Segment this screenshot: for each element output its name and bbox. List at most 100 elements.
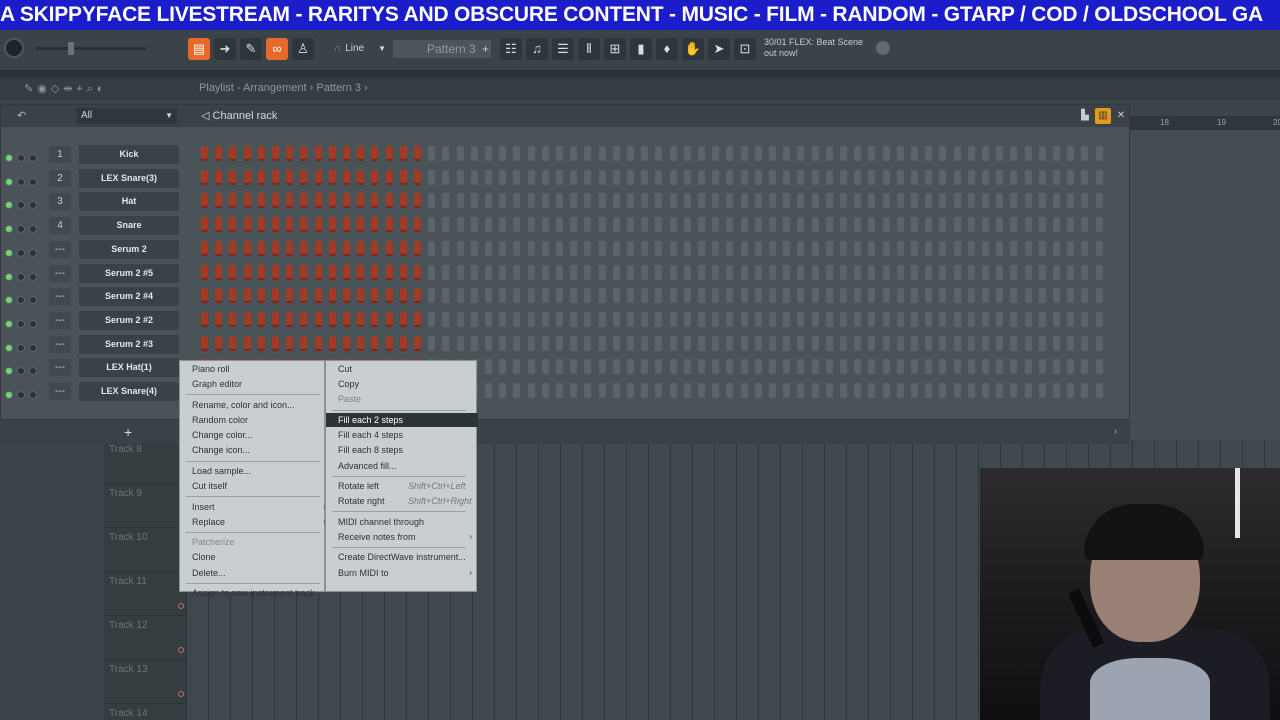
channel-row[interactable]: 1 Kick [1,143,1129,166]
step-button[interactable] [1024,146,1032,161]
step-button[interactable] [854,169,862,185]
step-button[interactable] [982,217,989,233]
channel-rack-button[interactable]: ☰ [552,38,574,60]
step-button[interactable] [669,217,677,233]
step-button[interactable] [499,217,507,233]
step-button[interactable] [896,146,904,161]
step-button[interactable] [371,193,379,209]
step-button[interactable] [1010,335,1018,351]
step-button[interactable] [627,217,634,233]
step-button[interactable] [499,193,507,209]
track-record-dot[interactable] [178,691,184,697]
mute-led-icon[interactable] [5,296,13,305]
step-button[interactable] [527,193,535,209]
step-button[interactable] [598,288,606,304]
context-menu-item[interactable]: Cut itself [192,479,332,493]
step-button[interactable] [598,311,606,327]
step-button[interactable] [414,193,421,209]
step-button[interactable] [1067,288,1075,304]
step-button[interactable] [612,335,620,351]
step-button[interactable] [996,335,1004,351]
step-button[interactable] [1095,217,1103,233]
step-button[interactable] [612,383,620,398]
channel-name-button[interactable]: LEX Snare(4) [79,382,179,401]
channel-row[interactable]: 2 LEX Snare(3) [1,167,1129,190]
step-button[interactable] [840,146,847,161]
step-button[interactable] [470,288,478,304]
step-button[interactable] [499,311,507,327]
step-button[interactable] [698,383,705,398]
step-button[interactable] [655,288,663,304]
step-button[interactable] [357,240,365,256]
channel-name-button[interactable]: LEX Snare(3) [79,168,179,188]
step-button[interactable] [1024,217,1032,233]
playlist-ruler[interactable]: 18 19 20 [1130,116,1280,130]
step-button[interactable] [911,193,918,209]
step-button[interactable] [485,335,492,351]
track-record-dot[interactable] [178,647,184,653]
step-button[interactable] [513,217,521,233]
step-button[interactable] [272,264,279,280]
step-button[interactable] [783,240,791,256]
channel-name-button[interactable]: Serum 2 [79,239,179,259]
step-button[interactable] [414,169,421,185]
step-button[interactable] [967,169,975,185]
channel-name-button[interactable]: Hat [79,192,179,212]
step-button[interactable] [740,193,748,209]
step-button[interactable] [1024,311,1032,327]
step-button[interactable] [854,193,862,209]
step-button[interactable] [712,335,720,351]
step-button[interactable] [1081,217,1089,233]
step-button[interactable] [911,359,918,375]
track-header[interactable]: Track 13 [104,660,186,704]
step-button[interactable] [769,146,776,161]
step-button[interactable] [343,217,350,233]
step-button[interactable] [314,288,322,304]
volume-knob-icon[interactable] [29,319,37,328]
news-panel[interactable]: 30/01 FLEX: Beat Scene out now! [764,37,874,59]
step-button[interactable] [953,383,961,398]
step-button[interactable] [612,359,620,375]
step-button[interactable] [300,169,308,185]
mixer-track-number[interactable]: --- [49,240,71,258]
step-button[interactable] [612,217,620,233]
step-button[interactable] [1038,264,1046,280]
step-button[interactable] [272,169,279,185]
step-button[interactable] [953,193,961,209]
step-button[interactable] [982,240,989,256]
step-button[interactable] [556,359,563,375]
step-button[interactable] [556,311,563,327]
channel-filter-select[interactable]: All ▼ [77,108,177,124]
step-button[interactable] [939,240,947,256]
step-button[interactable] [698,217,705,233]
pan-knob-icon[interactable] [17,296,25,305]
step-button[interactable] [925,169,933,185]
step-button[interactable] [357,264,365,280]
step-button[interactable] [769,383,776,398]
step-button[interactable] [1081,169,1089,185]
step-button[interactable] [442,146,450,161]
step-button[interactable] [399,217,407,233]
step-button[interactable] [882,311,890,327]
step-button[interactable] [414,311,421,327]
step-button[interactable] [1095,311,1103,327]
step-button[interactable] [825,240,833,256]
step-button[interactable] [286,264,294,280]
step-button[interactable] [229,335,237,351]
track-header[interactable]: Track 12 [104,616,186,660]
step-button[interactable] [541,359,549,375]
step-button[interactable] [456,217,464,233]
step-button[interactable] [470,335,478,351]
step-button[interactable] [272,311,279,327]
context-menu-item[interactable]: Copy [338,377,478,391]
step-button[interactable] [257,240,265,256]
step-button[interactable] [300,335,308,351]
track-header[interactable]: Track 10 [104,528,186,572]
step-button[interactable] [328,264,336,280]
step-button[interactable] [1067,146,1075,161]
mixer-track-number[interactable]: 2 [49,169,71,187]
step-button[interactable] [754,288,762,304]
volume-knob-icon[interactable] [29,272,37,281]
step-button[interactable] [371,335,379,351]
step-button[interactable] [584,359,592,375]
